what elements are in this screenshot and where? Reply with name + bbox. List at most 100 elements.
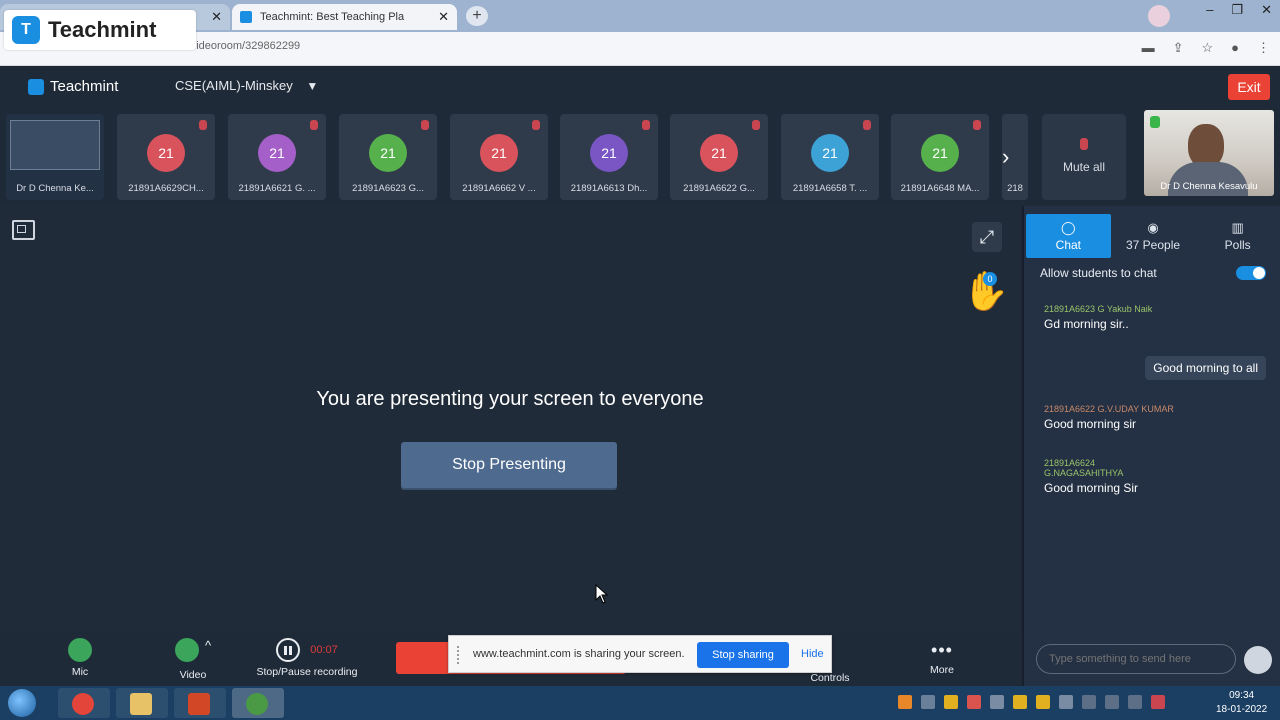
mic-muted-icon [199, 120, 207, 130]
expand-icon[interactable]: ⤢ [972, 222, 1002, 252]
avatar: 21 [258, 134, 296, 172]
teachmint-logo-icon [28, 78, 44, 95]
start-button-icon[interactable] [8, 689, 36, 717]
participant-tile[interactable]: 21 21891A6622 G... [670, 114, 768, 200]
chevron-right-icon[interactable]: › [1002, 144, 1009, 170]
tray-icon[interactable] [1151, 695, 1165, 709]
taskbar-clock[interactable]: 09:34 18-01-2022 [1216, 689, 1267, 717]
participant-tile[interactable]: 21 21891A6662 V ... [450, 114, 548, 200]
mic-muted-icon [973, 120, 981, 130]
video-button[interactable]: ^ Video [168, 638, 218, 681]
tray-icon[interactable] [990, 695, 1004, 709]
menu-icon[interactable]: ⋮ [1257, 40, 1270, 56]
recording-label: Stop/Pause recording [256, 666, 358, 678]
windows-taskbar: 09:34 18-01-2022 [0, 686, 1280, 720]
chat-message: 21891A6624 G.NAGASAHITHYA Good morning S… [1044, 458, 1164, 495]
hide-button[interactable]: Hide [801, 648, 824, 660]
participant-tile[interactable]: 21 21891A6623 G... [339, 114, 437, 200]
clock-time: 09:34 [1229, 690, 1255, 701]
participant-tile[interactable]: 21 21891A6621 G. ... [228, 114, 326, 200]
more-button[interactable]: ••• More [926, 638, 958, 676]
tray-icon[interactable] [898, 695, 912, 709]
participant-name: 21891A6623 G... [352, 183, 424, 194]
mic-on-icon [1150, 116, 1160, 128]
participant-name: 21891A6662 V ... [462, 183, 536, 194]
video-label: Video [179, 669, 207, 681]
tray-icon[interactable] [1082, 695, 1096, 709]
picture-in-picture-icon[interactable] [12, 220, 35, 240]
mic-label: Mic [71, 666, 89, 678]
participant-tile[interactable]: 21 21891A6613 Dh... [560, 114, 658, 200]
participant-tile[interactable]: 21 21891A6658 T. ... [781, 114, 879, 200]
chevron-up-icon[interactable]: ^ [205, 638, 211, 653]
watermark-text: Teachmint [48, 17, 157, 42]
avatar: 21 [921, 134, 959, 172]
tab-title: Teachmint: Best Teaching Pla [260, 11, 405, 23]
participant-tile[interactable]: 21 21891A6629CH... [117, 114, 215, 200]
send-button[interactable] [1244, 646, 1272, 674]
account-icon[interactable]: ● [1231, 40, 1239, 56]
exit-button[interactable]: Exit [1228, 74, 1270, 100]
profile-icon[interactable] [1148, 5, 1170, 27]
tray-icon[interactable] [967, 695, 981, 709]
taskbar-explorer[interactable] [116, 688, 168, 718]
participants-strip: Dr D Chenna Ke... 21 21891A6629CH... 21 … [0, 106, 1280, 206]
participant-tile[interactable]: Dr D Chenna Ke... [6, 114, 104, 200]
taskbar-chrome[interactable] [58, 688, 110, 718]
volume-icon[interactable] [1128, 695, 1142, 709]
participant-name: 21891A6658 T. ... [792, 183, 868, 194]
chat-input[interactable] [1036, 644, 1236, 674]
recording-button[interactable]: 00:07 Stop/Pause recording [252, 638, 362, 678]
participant-tile[interactable]: 21 21891A6648 MA... [891, 114, 989, 200]
mic-off-icon [1080, 138, 1088, 150]
tab-chat[interactable]: ◯ Chat [1026, 214, 1111, 258]
tray-icon[interactable] [1036, 695, 1050, 709]
network-icon[interactable] [1105, 695, 1119, 709]
message-text: Good morning sir [1044, 417, 1137, 431]
mic-button[interactable]: Mic [62, 638, 98, 678]
class-selector[interactable]: CSE(AIML)-Minskey ▼ [175, 78, 318, 93]
class-controls-button[interactable]: Controls [790, 672, 870, 684]
recording-timer: 00:07 [310, 644, 338, 656]
tray-icon[interactable] [1059, 695, 1073, 709]
close-tab-icon[interactable]: ✕ [438, 9, 449, 25]
new-tab-button[interactable]: + [466, 6, 488, 26]
taskbar-chrome-active[interactable] [232, 688, 284, 718]
tab-polls[interactable]: ▥ Polls [1195, 214, 1280, 258]
tab-people[interactable]: ◉ 37 People [1111, 214, 1196, 258]
presenting-message: You are presenting your screen to everyo… [316, 388, 704, 410]
share-icon[interactable]: ⇪ [1173, 40, 1184, 56]
tray-icon[interactable] [1013, 695, 1027, 709]
mute-all-button[interactable]: Mute all [1042, 114, 1126, 200]
participant-name: Dr D Chenna Ke... [16, 183, 94, 194]
drag-handle-icon[interactable] [457, 646, 463, 664]
teachmint-watermark: T Teachmint [4, 10, 196, 50]
taskbar-powerpoint[interactable] [174, 688, 226, 718]
more-icon: ••• [931, 640, 953, 660]
chat-message: 21891A6622 G.V.UDAY KUMAR Good morning s… [1044, 404, 1174, 431]
sharing-text: www.teachmint.com is sharing your screen… [473, 648, 685, 660]
mic-muted-icon [310, 120, 318, 130]
browser-tab-active[interactable]: Teachmint: Best Teaching Pla ✕ [232, 4, 457, 30]
stop-presenting-button[interactable]: Stop Presenting [401, 442, 617, 488]
close-tab-icon[interactable]: ✕ [211, 9, 222, 25]
tray-icon[interactable] [921, 695, 935, 709]
stop-sharing-button[interactable]: Stop sharing [697, 642, 789, 668]
app-header: Teachmint CSE(AIML)-Minskey ▼ Exit [0, 66, 1280, 106]
star-icon[interactable]: ☆ [1201, 40, 1213, 56]
cast-icon[interactable]: ▬ [1142, 40, 1155, 56]
video-icon [174, 638, 199, 662]
avatar: 21 [147, 134, 185, 172]
message-sender: 21891A6622 G.V.UDAY KUMAR [1044, 404, 1174, 414]
minimize-icon[interactable]: – [1206, 2, 1213, 18]
participant-name: 218 [1007, 183, 1023, 194]
tray-icon[interactable] [944, 695, 958, 709]
allow-chat-toggle[interactable] [1236, 266, 1266, 280]
app-logo-text: Teachmint [50, 78, 119, 95]
chat-message: 21891A6623 G Yakub Naik Gd morning sir.. [1044, 304, 1152, 331]
maximize-icon[interactable]: ❐ [1231, 2, 1243, 18]
close-window-icon[interactable]: ✕ [1261, 2, 1272, 18]
host-video[interactable]: Dr D Chenna Kesavulu [1144, 110, 1274, 196]
message-text: Good morning Sir [1044, 481, 1139, 495]
participant-name: 21891A6622 G... [683, 183, 755, 194]
